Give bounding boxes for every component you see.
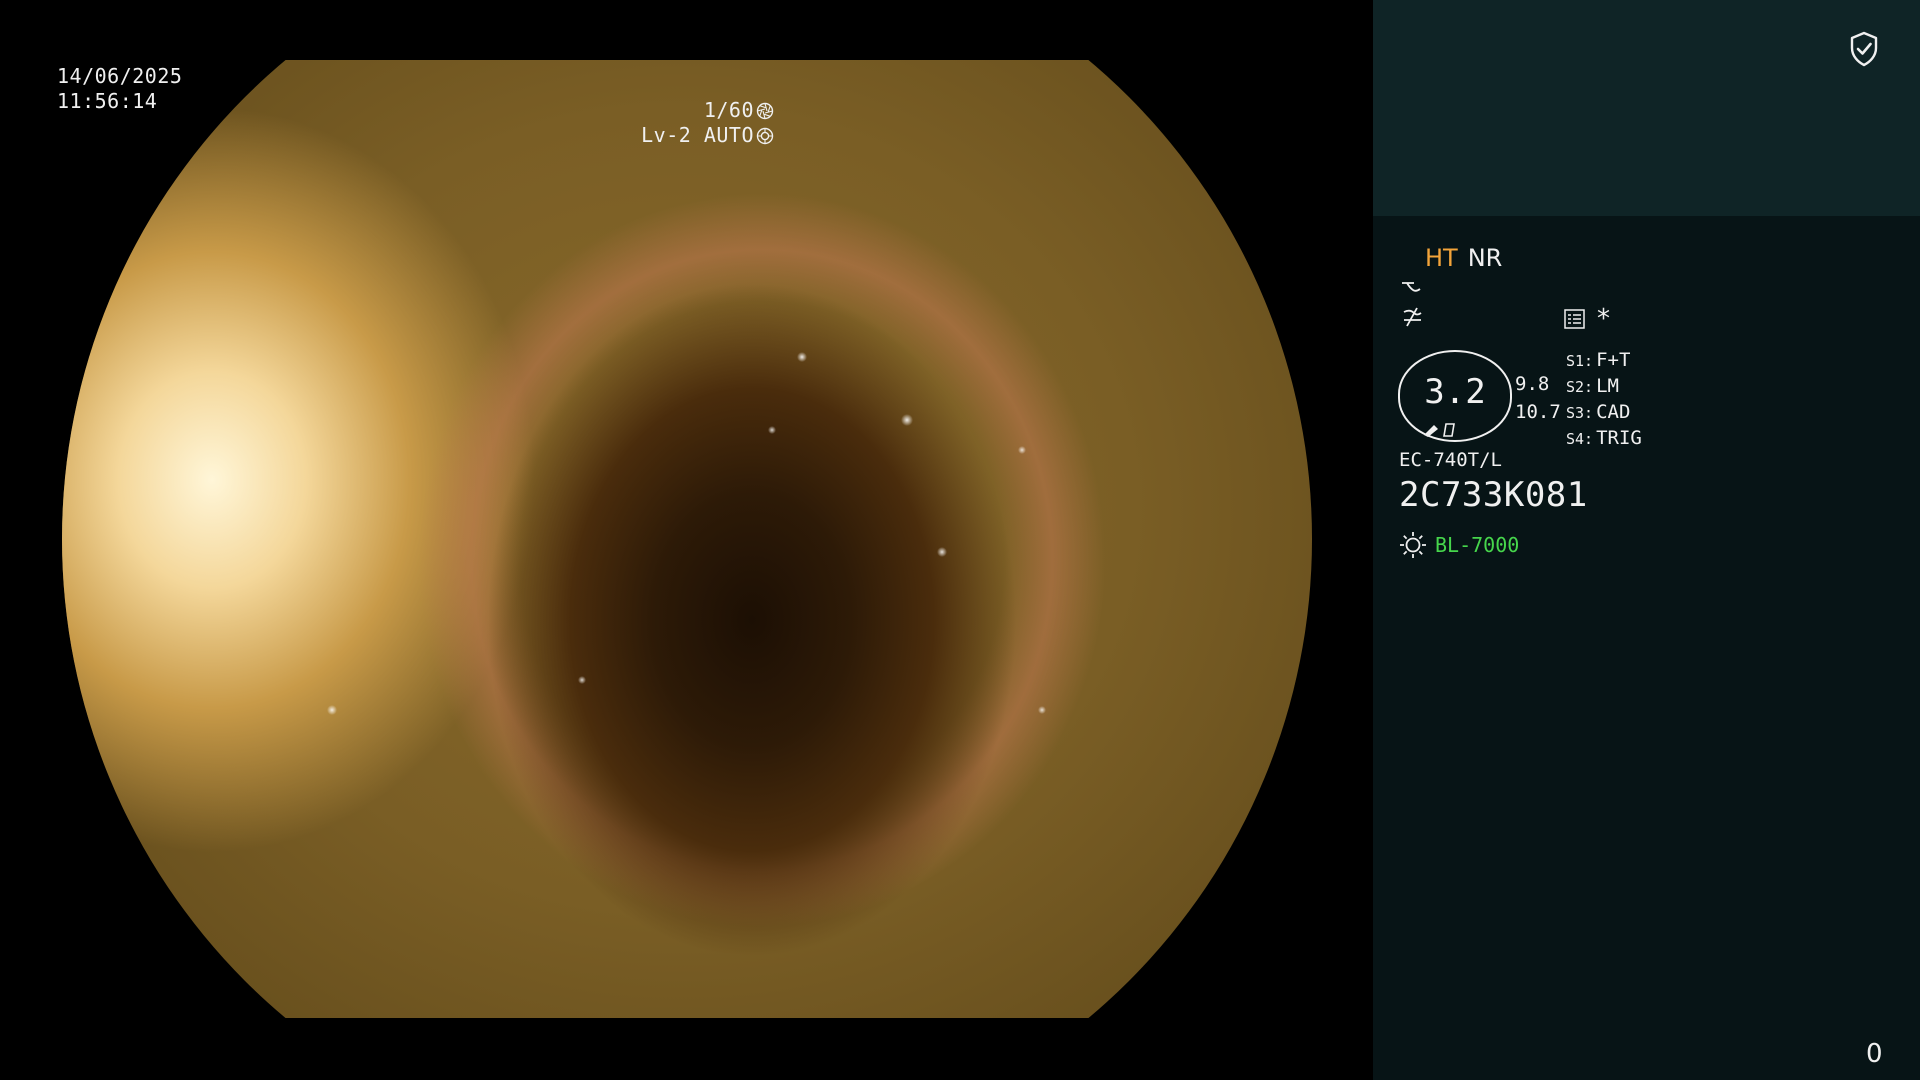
sun-icon xyxy=(1400,532,1426,558)
aperture-icon xyxy=(756,102,774,119)
image-counter: 0 xyxy=(1866,1039,1883,1069)
time-text: 11:56:14 xyxy=(57,89,158,113)
info-panel xyxy=(1373,216,1920,1080)
exposure-info: 1/60 Lv-2 AUTO xyxy=(554,98,774,148)
tip-bend-icon xyxy=(1424,423,1455,437)
side-value-1: 9.8 xyxy=(1515,373,1550,395)
shield-check-icon xyxy=(1850,31,1878,67)
gauge-value: 3.2 xyxy=(1424,372,1486,412)
switch-modes: S1: F+T S2: LM S3: CAD S4: TRIG xyxy=(1566,348,1642,452)
datetime: 14/06/2025 11:56:14 xyxy=(57,64,182,114)
mode-s3: S3: CAD xyxy=(1566,401,1631,423)
iris-icon xyxy=(756,127,774,144)
enhancement-wave-icon xyxy=(1402,282,1421,292)
light-source-label: BL-7000 xyxy=(1435,533,1520,557)
level-text: Lv-2 AUTO xyxy=(641,123,754,147)
ht-label: HT xyxy=(1425,244,1458,272)
shutter-text: 1/60 xyxy=(703,98,754,122)
light-source: BL-7000 xyxy=(1399,531,1519,559)
scope-model: EC-740T/L xyxy=(1399,449,1502,471)
ht-nr-status: HT NR xyxy=(1425,244,1502,272)
mode-s4: S4: TRIG xyxy=(1566,427,1642,449)
nr-label: NR xyxy=(1467,244,1503,272)
zoom-gauge: 3.2 xyxy=(1398,350,1512,442)
scope-serial: 2C733K081 xyxy=(1399,475,1588,515)
asterisk-marker: * xyxy=(1597,304,1610,334)
level-row: Lv-2 AUTO xyxy=(554,123,774,148)
shutter-row: 1/60 xyxy=(554,98,774,123)
panel-header xyxy=(1373,0,1920,216)
date-text: 14/06/2025 xyxy=(57,64,183,88)
contrast-slash-icon xyxy=(1403,307,1422,327)
endoscopic-image xyxy=(62,60,1312,1018)
gauge-side-values: 9.8 10.7 xyxy=(1515,370,1561,426)
settings-list-icon xyxy=(1564,309,1585,329)
specular-highlights xyxy=(62,60,1312,1018)
side-value-2: 10.7 xyxy=(1515,401,1561,423)
mode-s1: S1: F+T xyxy=(1566,349,1631,371)
mode-s2: S2: LM xyxy=(1566,375,1619,397)
endoscope-view: 14/06/2025 11:56:14 1/60 Lv-2 AUTO xyxy=(0,0,1372,1080)
